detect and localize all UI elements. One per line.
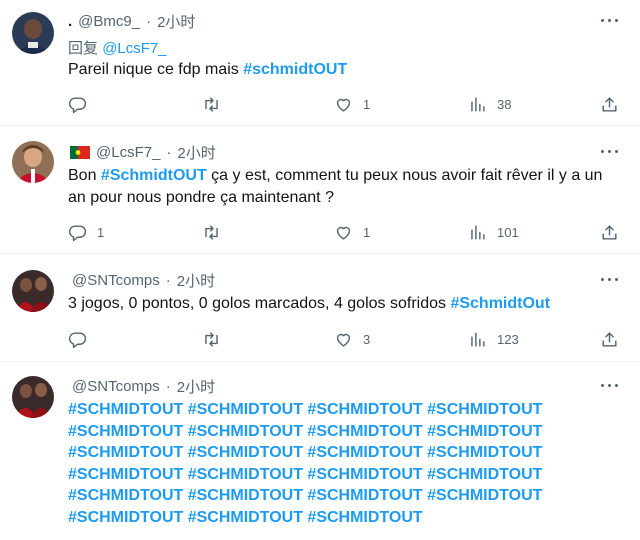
like-count: 3 — [363, 331, 371, 347]
share-icon — [602, 331, 617, 347]
retweet-button[interactable] — [202, 94, 221, 114]
views-button[interactable]: 101 — [468, 222, 519, 242]
views-icon — [471, 224, 485, 240]
handle[interactable]: @SNTcomps — [72, 378, 160, 395]
reply-label: 回复 — [68, 40, 99, 57]
views-icon — [471, 96, 485, 112]
retweet-button[interactable] — [202, 222, 221, 242]
tweet-text: Pareil nique ce fdp mais #schmidtOUT — [68, 59, 628, 81]
tweet-text-lead: Bon — [68, 167, 101, 184]
reply-handle-link[interactable]: @LcsF7_ — [102, 40, 166, 57]
tweet-text-body: Pareil nique ce fdp mais — [68, 61, 244, 78]
hashtag-line[interactable]: #SCHMIDTOUT #SCHMIDTOUT #SCHMIDTOUT #SCH… — [68, 399, 588, 421]
avatar[interactable] — [12, 141, 54, 183]
more-icon[interactable] — [601, 19, 619, 25]
handle[interactable]: @SNTcomps — [72, 272, 160, 289]
separator: · — [146, 12, 152, 30]
hashtag-line[interactable]: #SCHMIDTOUT #SCHMIDTOUT #SCHMIDTOUT — [68, 507, 588, 529]
hashtag-line[interactable]: #SCHMIDTOUT #SCHMIDTOUT #SCHMIDTOUT #SCH… — [68, 442, 588, 464]
more-icon[interactable] — [601, 278, 619, 284]
share-button[interactable] — [600, 94, 619, 114]
tweet-text-body: 3 jogos, 0 pontos, 0 golos marcados, 4 g… — [68, 295, 451, 312]
views-icon — [471, 331, 485, 347]
replying-to: 回复 @LcsF7_ — [68, 37, 167, 58]
tweet-text-line: an pour nous pondre ça maintenant ? — [68, 189, 334, 206]
retweet-icon — [205, 224, 218, 240]
tweet-header: @SNTcomps · 2小时 — [68, 376, 215, 396]
tweet-header: @SNTcomps · 2小时 — [68, 270, 215, 290]
tweet-text: Bon #SchmidtOUT ça y est, comment tu peu… — [68, 165, 628, 209]
like-button[interactable]: 1 — [334, 222, 370, 242]
reply-icon — [68, 224, 87, 241]
like-count: 1 — [363, 96, 371, 112]
hashtag-link[interactable]: #SchmidtOUT — [101, 167, 207, 184]
action-bar: 1 38 — [68, 94, 628, 114]
hashtag-line[interactable]: #SCHMIDTOUT #SCHMIDTOUT #SCHMIDTOUT #SCH… — [68, 464, 588, 486]
reply-count: 1 — [97, 224, 105, 240]
avatar[interactable] — [12, 270, 54, 312]
tweet[interactable]: @SNTcomps · 2小时 3 jogos, 0 pontos, 0 gol… — [0, 254, 640, 362]
view-count: 123 — [497, 331, 519, 347]
more-icon[interactable] — [601, 384, 619, 390]
avatar[interactable] — [12, 376, 54, 418]
reply-icon — [68, 331, 87, 348]
like-icon — [336, 98, 351, 112]
reply-button[interactable] — [68, 94, 97, 114]
more-icon[interactable] — [601, 150, 619, 156]
like-button[interactable]: 3 — [334, 329, 370, 349]
share-icon — [602, 96, 617, 112]
tweet[interactable]: @SNTcomps · 2小时 #SCHMIDTOUT #SCHMIDTOUT … — [0, 362, 640, 540]
separator: · — [166, 143, 172, 161]
tweet-text-line: Bon #SchmidtOUT ça y est, comment tu peu… — [68, 165, 628, 187]
tweet-text: 3 jogos, 0 pontos, 0 golos marcados, 4 g… — [68, 293, 628, 315]
hashtag-line[interactable]: #SCHMIDTOUT #SCHMIDTOUT #SCHMIDTOUT #SCH… — [68, 485, 588, 507]
views-button[interactable]: 123 — [468, 329, 519, 349]
hashtag-line[interactable]: #SCHMIDTOUT #SCHMIDTOUT #SCHMIDTOUT #SCH… — [68, 421, 588, 443]
view-count: 101 — [497, 224, 519, 240]
timestamp[interactable]: 2小时 — [177, 270, 215, 291]
retweet-button[interactable] — [202, 329, 221, 349]
share-icon — [602, 224, 617, 240]
views-button[interactable]: 38 — [468, 94, 511, 114]
retweet-icon — [205, 331, 218, 347]
avatar[interactable] — [12, 12, 54, 54]
handle[interactable]: @LcsF7_ — [96, 144, 160, 161]
action-bar: 3 123 — [68, 329, 628, 349]
tweet-text: #SCHMIDTOUT #SCHMIDTOUT #SCHMIDTOUT #SCH… — [68, 399, 588, 528]
tweet-header: . @Bmc9_ · 2小时 — [68, 11, 195, 31]
timestamp[interactable]: 2小时 — [157, 11, 195, 32]
action-bar: 1 1 101 — [68, 222, 628, 242]
separator: · — [165, 377, 171, 395]
share-button[interactable] — [600, 329, 619, 349]
timestamp[interactable]: 2小时 — [177, 376, 215, 397]
portugal-flag-icon — [70, 145, 90, 159]
share-button[interactable] — [600, 222, 619, 242]
hashtag-link[interactable]: #SchmidtOut — [450, 295, 550, 312]
like-button[interactable]: 1 — [334, 94, 370, 114]
tweet[interactable]: . @Bmc9_ · 2小时 回复 @LcsF7_ Pareil nique c… — [0, 0, 640, 126]
separator: · — [165, 271, 171, 289]
retweet-icon — [205, 96, 218, 112]
display-name[interactable]: . — [68, 13, 72, 30]
tweet-header: @LcsF7_ · 2小时 — [68, 142, 216, 162]
reply-icon — [68, 96, 87, 113]
reply-button[interactable] — [68, 329, 87, 349]
view-count: 38 — [497, 96, 512, 112]
reply-button[interactable]: 1 — [68, 222, 104, 242]
handle[interactable]: @Bmc9_ — [78, 13, 140, 30]
tweet-text-body: ça y est, comment tu peux nous avoir fai… — [206, 167, 603, 184]
timestamp[interactable]: 2小时 — [177, 142, 215, 163]
like-icon — [336, 226, 351, 240]
hashtag-link[interactable]: #schmidtOUT — [243, 61, 347, 78]
like-count: 1 — [363, 224, 371, 240]
tweet[interactable]: @LcsF7_ · 2小时 Bon #SchmidtOUT ça y est, … — [0, 126, 640, 254]
like-icon — [336, 333, 351, 347]
